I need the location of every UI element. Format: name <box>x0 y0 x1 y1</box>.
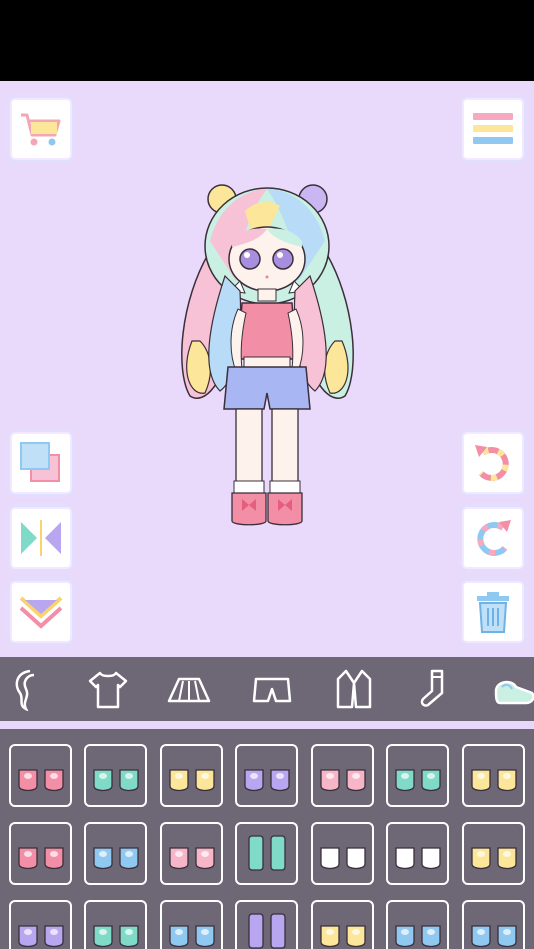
shoe-item-17[interactable] <box>160 900 223 949</box>
tab-shorts[interactable] <box>246 663 298 715</box>
shoe-item-9[interactable] <box>84 822 147 885</box>
lilac-flats-icon <box>17 924 64 947</box>
top-icon <box>88 671 128 709</box>
shoe-item-19[interactable] <box>311 900 374 949</box>
white-ribbon-boots-icon <box>319 846 366 869</box>
skirt-icon <box>167 677 211 703</box>
blue-heart-boots-icon <box>92 846 139 869</box>
top-black-bar <box>0 0 534 81</box>
panel-separator <box>0 721 534 729</box>
shoe-item-2[interactable] <box>84 744 147 807</box>
layer-button[interactable] <box>12 434 70 492</box>
move-down-icon <box>19 596 63 629</box>
shoe-item-16[interactable] <box>84 900 147 949</box>
shoe-item-15[interactable] <box>9 900 72 949</box>
hair-icon <box>15 669 35 711</box>
shoe-item-5[interactable] <box>311 744 374 807</box>
character-avatar[interactable] <box>170 181 365 551</box>
shoe-item-20[interactable] <box>386 900 449 949</box>
tab-skirt[interactable] <box>163 663 215 715</box>
undo-button[interactable] <box>464 434 522 492</box>
yellow-shoes-icon <box>470 768 517 791</box>
yellow-frill-boots-icon <box>470 846 517 869</box>
menu-button[interactable] <box>464 100 522 158</box>
trash-button[interactable] <box>464 583 522 641</box>
shop-cart-icon <box>21 113 61 146</box>
shoe-item-1[interactable] <box>9 744 72 807</box>
move-down-button[interactable] <box>12 583 70 641</box>
dress-up-stage <box>0 81 534 657</box>
tab-jacket[interactable] <box>328 663 380 715</box>
shoe-item-21[interactable] <box>462 900 525 949</box>
shoe-item-8[interactable] <box>9 822 72 885</box>
mint-slippers-icon <box>92 768 139 791</box>
shoe-item-10[interactable] <box>160 822 223 885</box>
shoe-item-3[interactable] <box>160 744 223 807</box>
white-pink-boots-icon <box>394 846 441 869</box>
pink-ballet-flats-icon <box>17 846 64 869</box>
socks-icon <box>420 669 444 707</box>
tab-shoes[interactable] <box>488 663 534 715</box>
jacket-icon <box>336 669 372 709</box>
tab-socks[interactable] <box>410 663 462 715</box>
mint-heart-shoes-icon <box>394 768 441 791</box>
yellow-strap-sandals-icon <box>168 768 215 791</box>
flip-button[interactable] <box>12 509 70 567</box>
shoe-item-7[interactable] <box>462 744 525 807</box>
layer-icon <box>20 442 60 482</box>
redo-icon <box>477 520 511 556</box>
shoe-item-11[interactable] <box>235 822 298 885</box>
blue-pink-boots-icon <box>394 924 441 947</box>
shoe-items-grid <box>0 729 534 949</box>
shoe-item-4[interactable] <box>235 744 298 807</box>
lilac-knee-boots-icon <box>247 912 286 949</box>
shoe-item-6[interactable] <box>386 744 449 807</box>
mint-sneakers-icon <box>92 924 139 947</box>
tab-hair[interactable] <box>0 663 52 715</box>
category-tab-bar <box>0 657 534 721</box>
shoe-item-14[interactable] <box>462 822 525 885</box>
pink-flats-icon <box>319 768 366 791</box>
shoe-item-13[interactable] <box>386 822 449 885</box>
shoe-item-18[interactable] <box>235 900 298 949</box>
tab-top[interactable] <box>82 663 134 715</box>
redo-button[interactable] <box>464 509 522 567</box>
shoe-item-12[interactable] <box>311 822 374 885</box>
undo-icon <box>475 445 509 481</box>
blue-sneakers-icon <box>470 924 517 947</box>
shoes-icon <box>494 680 534 705</box>
flip-icon <box>21 520 61 556</box>
lilac-fluffy-boots-icon <box>243 768 290 791</box>
pink-bow-shoes-icon <box>17 768 64 791</box>
blue-mary-janes-icon <box>168 924 215 947</box>
pink-lace-boots-icon <box>168 846 215 869</box>
mint-lace-boots-icon <box>247 834 286 871</box>
shorts-icon <box>252 677 292 703</box>
trash-icon <box>477 592 509 633</box>
menu-icon <box>473 113 513 144</box>
yellow-loafers-icon <box>319 924 366 947</box>
shop-cart-button[interactable] <box>12 100 70 158</box>
